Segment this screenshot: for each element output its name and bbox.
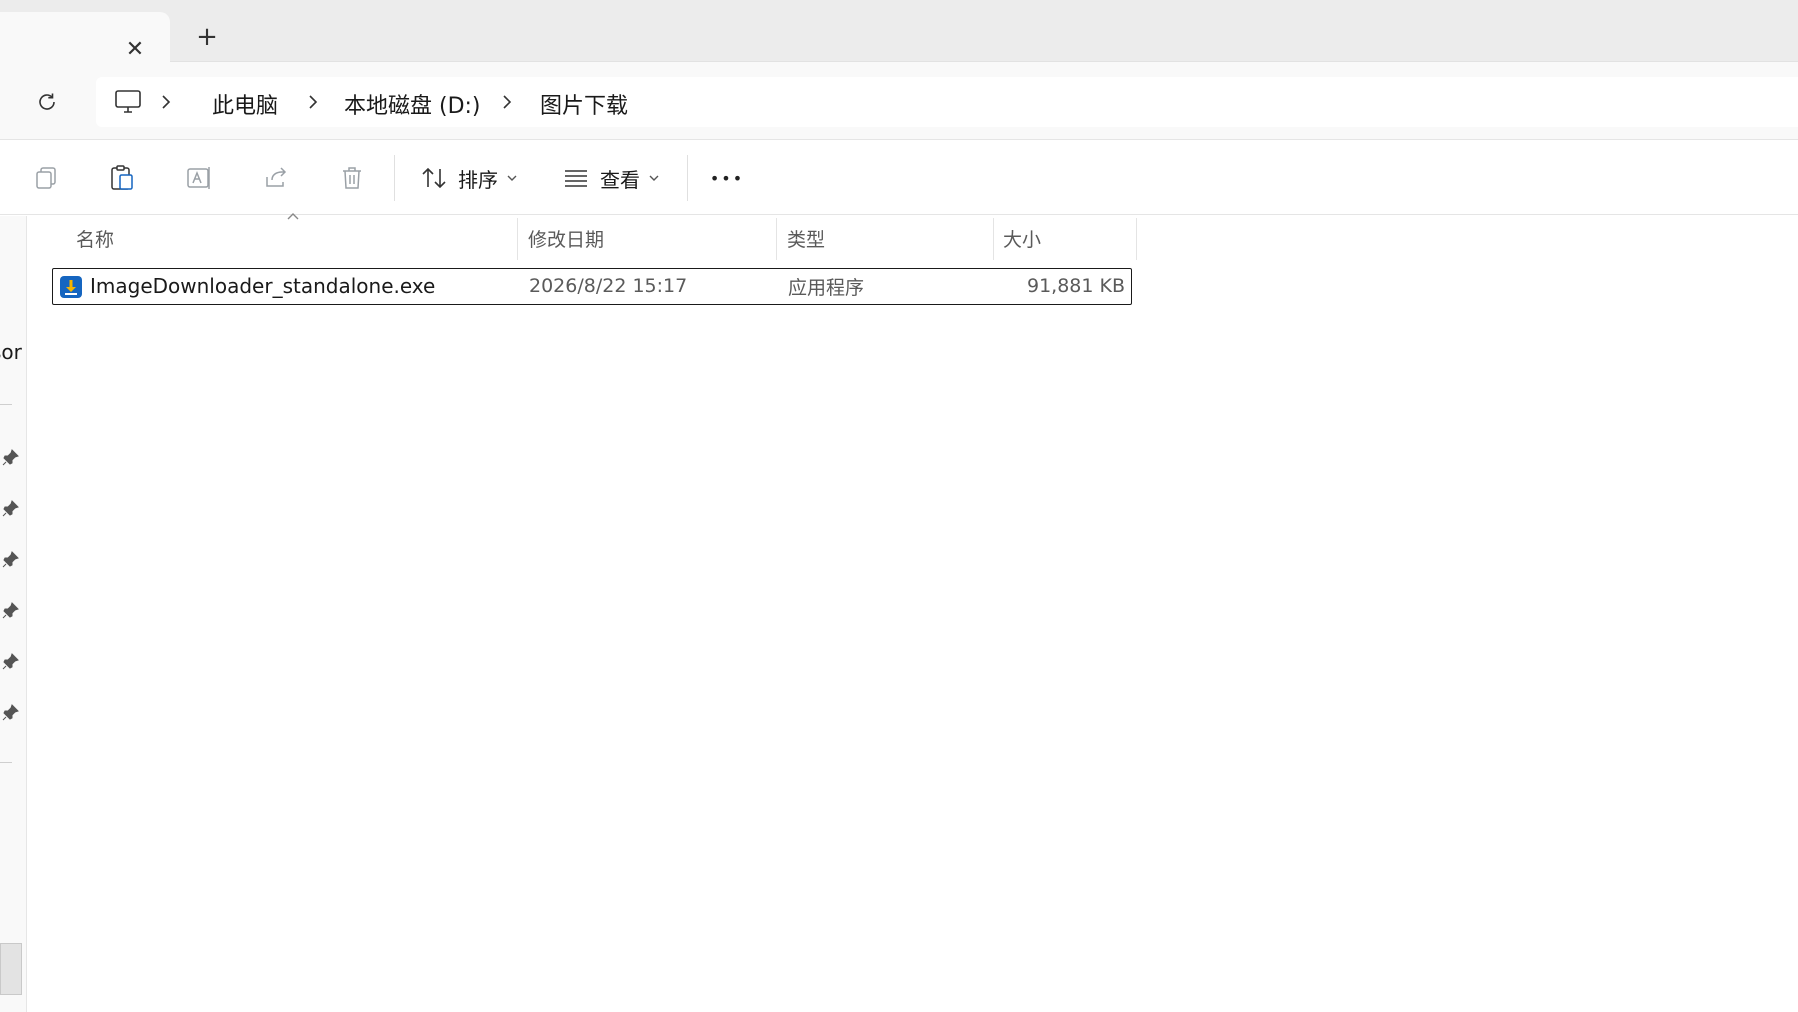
- breadcrumb-this-pc[interactable]: 此电脑: [212, 88, 278, 120]
- column-divider[interactable]: [517, 218, 518, 260]
- trash-icon: [343, 167, 361, 189]
- chevron-down-icon: [507, 175, 517, 181]
- view-list-icon: [565, 170, 587, 187]
- rename-button[interactable]: [182, 161, 216, 195]
- address-row: 此电脑 本地磁盘 (D:) 图片下载: [0, 62, 1798, 140]
- column-header-size[interactable]: 大小: [1003, 216, 1133, 260]
- address-bar[interactable]: 此电脑 本地磁盘 (D:) 图片下载: [96, 77, 1798, 127]
- view-label: 查看: [600, 167, 640, 192]
- pin-icon: [2, 449, 19, 466]
- share-icon: [266, 167, 287, 187]
- pin-icon: [2, 551, 19, 568]
- chevron-right-icon: [499, 92, 515, 112]
- column-divider[interactable]: [993, 218, 994, 260]
- toolbar-divider: [687, 155, 688, 201]
- pin-icon: [2, 500, 19, 517]
- column-header-type[interactable]: 类型: [787, 216, 992, 260]
- column-divider[interactable]: [1136, 218, 1137, 260]
- chevron-down-icon: [649, 175, 659, 181]
- more-options-button[interactable]: •••: [710, 161, 744, 195]
- new-tab-button[interactable]: +: [192, 22, 222, 52]
- close-tab-icon[interactable]: ✕: [120, 34, 150, 64]
- breadcrumb-local-disk[interactable]: 本地磁盘 (D:): [344, 88, 481, 120]
- column-header-modified[interactable]: 修改日期: [528, 216, 773, 260]
- delete-button[interactable]: [335, 161, 369, 195]
- pin-icon: [2, 602, 19, 619]
- pin-icon: [2, 653, 19, 670]
- exe-app-icon: [60, 276, 82, 298]
- refresh-icon: [39, 93, 55, 110]
- nav-divider: [0, 404, 12, 405]
- paste-button[interactable]: [105, 161, 139, 195]
- file-row[interactable]: ImageDownloader_standalone.exe 2026/8/22…: [52, 268, 1132, 305]
- share-button[interactable]: [259, 161, 293, 195]
- sort-label: 排序: [458, 167, 498, 192]
- copy-button[interactable]: [29, 161, 63, 195]
- chevron-right-icon: [158, 92, 174, 112]
- command-bar: 排序 查看 •••: [0, 141, 1798, 215]
- file-modified-date: 2026/8/22 15:17: [529, 275, 688, 297]
- refresh-button[interactable]: [31, 86, 63, 118]
- nav-item-partial[interactable]: sor: [0, 340, 22, 364]
- navigation-pane: sor: [0, 216, 27, 1012]
- active-tab[interactable]: ✕: [0, 12, 170, 63]
- file-type: 应用程序: [788, 276, 865, 299]
- column-divider[interactable]: [776, 218, 777, 260]
- file-size: 91,881 KB: [1026, 275, 1125, 297]
- toolbar-divider: [394, 155, 395, 201]
- sort-icon: [422, 167, 446, 189]
- rename-icon: [187, 167, 210, 189]
- nav-divider: [0, 762, 12, 763]
- column-header-name[interactable]: 名称: [76, 216, 516, 260]
- sort-button[interactable]: 排序: [420, 159, 518, 197]
- paste-icon: [111, 165, 133, 190]
- tab-strip: ✕ +: [0, 0, 1798, 63]
- nav-scrollbar-thumb[interactable]: [0, 943, 22, 995]
- pin-icon: [2, 704, 19, 721]
- file-name: ImageDownloader_standalone.exe: [90, 274, 436, 298]
- this-pc-icon: [115, 90, 141, 113]
- breadcrumb-current-folder[interactable]: 图片下载: [540, 88, 628, 120]
- view-button[interactable]: 查看: [562, 159, 660, 197]
- chevron-right-icon: [305, 92, 321, 112]
- copy-icon: [36, 167, 56, 189]
